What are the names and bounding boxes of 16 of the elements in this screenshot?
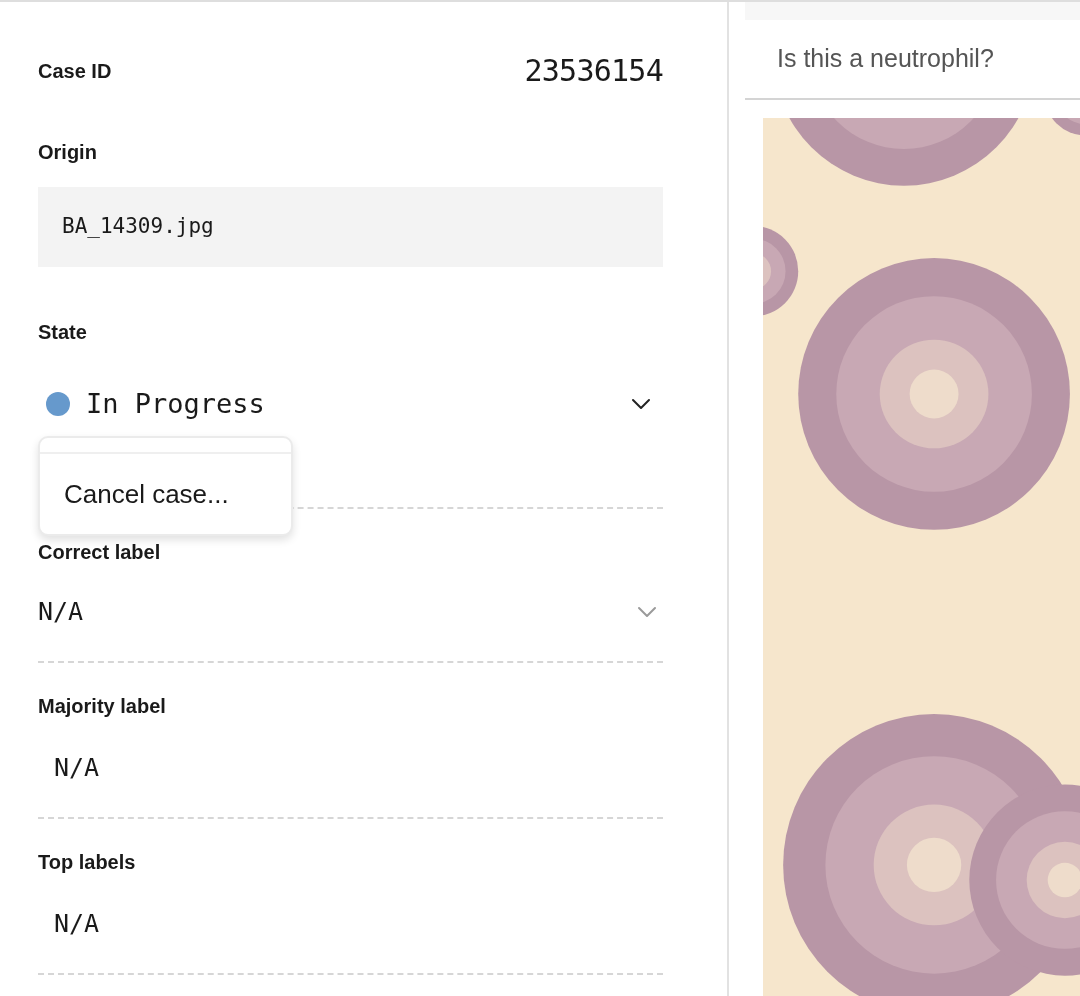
chevron-down-icon[interactable] <box>631 398 651 410</box>
field-value: N/A <box>54 752 100 784</box>
field-label: Majority label <box>38 694 166 719</box>
menu-item[interactable]: Cancel case... <box>40 454 291 534</box>
field-label: Origin <box>38 140 97 165</box>
label-dropdown[interactable]: N/A <box>38 585 663 639</box>
state-dropdown[interactable]: In Progress <box>38 377 663 431</box>
field-label: State <box>38 320 87 345</box>
origin-field: BA_14309.jpg <box>38 187 663 267</box>
state-value: In Progress <box>86 386 266 421</box>
field-value: N/A <box>54 908 100 940</box>
field-label: Top labels <box>38 850 136 875</box>
question-title: Is this a neutrophil? <box>777 43 994 75</box>
field-label: Correct label <box>38 540 161 565</box>
field-label: Case ID <box>38 58 112 84</box>
case-id-value: 23536154 <box>524 52 663 90</box>
